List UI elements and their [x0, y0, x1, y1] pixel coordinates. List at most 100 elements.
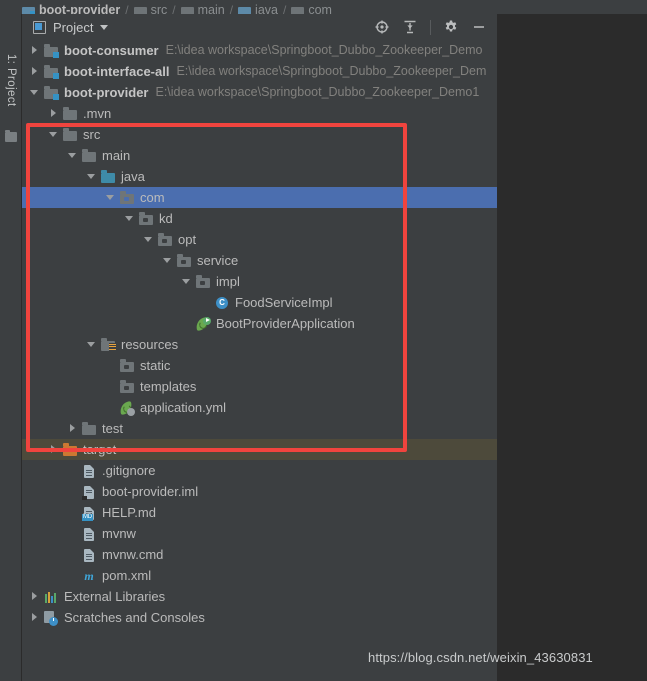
package-icon [119, 379, 135, 395]
breadcrumb-label: src [150, 2, 168, 14]
tree-item-label: Scratches and Consoles [64, 610, 205, 625]
collapse-all-icon[interactable] [402, 19, 418, 35]
panel-toolbar [374, 19, 497, 35]
tree-row[interactable]: .gitignore [22, 460, 497, 481]
tree-arrow-placeholder [106, 403, 115, 412]
project-tree[interactable]: boot-consumer E:\idea workspace\Springboo… [22, 40, 497, 681]
chevron-right-icon[interactable] [49, 445, 58, 454]
chevron-right-icon[interactable] [30, 613, 39, 622]
source-folder-icon [100, 169, 116, 185]
tree-row[interactable]: boot-consumer E:\idea workspace\Springboo… [22, 40, 497, 61]
sidebar-item-project[interactable]: 1: Project [0, 36, 22, 124]
breadcrumb-item-boot-provider[interactable]: boot-provider [22, 0, 120, 14]
tree-row[interactable]: kd [22, 208, 497, 229]
tree-row[interactable]: BootProviderApplication [22, 313, 497, 334]
chevron-right-icon[interactable] [49, 109, 58, 118]
tree-row[interactable]: MD HELP.md [22, 502, 497, 523]
source-folder-icon [238, 5, 252, 14]
chevron-down-icon[interactable] [30, 88, 39, 97]
chevron-down-icon[interactable] [125, 214, 134, 223]
chevron-right-icon[interactable] [30, 46, 39, 55]
tree-item-label: External Libraries [64, 589, 166, 604]
chevron-down-icon[interactable] [68, 151, 77, 160]
chevron-down-icon[interactable] [100, 24, 109, 30]
maven-pom-icon: m [84, 568, 94, 583]
folder-icon [62, 106, 78, 122]
tree-row[interactable]: boot-interface-all E:\idea workspace\Spri… [22, 61, 497, 82]
breadcrumb-label: com [308, 2, 332, 14]
package-icon [291, 5, 305, 14]
chevron-right-icon[interactable] [30, 67, 39, 76]
tree-row[interactable]: static [22, 355, 497, 376]
tree-item-label: boot-provider.iml [102, 484, 199, 499]
file-icon [81, 526, 97, 542]
folder-icon [62, 127, 78, 143]
tree-row[interactable]: service [22, 250, 497, 271]
tree-arrow-placeholder [68, 487, 77, 496]
project-panel-header: Project [22, 14, 497, 40]
tree-item-label: boot-consumer [64, 43, 159, 58]
chevron-down-icon[interactable] [106, 193, 115, 202]
editor-area [497, 14, 647, 681]
tree-item-label: .gitignore [102, 463, 156, 478]
tree-row[interactable]: boot-provider.iml [22, 481, 497, 502]
tree-row[interactable]: resources [22, 334, 497, 355]
iml-file-icon [81, 484, 97, 500]
chevron-down-icon[interactable] [163, 256, 172, 265]
tree-row[interactable]: templates [22, 376, 497, 397]
tree-item-label: application.yml [140, 400, 226, 415]
tree-item-label: com [140, 190, 165, 205]
tree-row[interactable]: Scratches and Consoles [22, 607, 497, 628]
breadcrumb-item-main[interactable]: main [180, 0, 225, 14]
tree-row[interactable]: java [22, 166, 497, 187]
tree-row[interactable]: m pom.xml [22, 565, 497, 586]
page-title: Project [53, 19, 94, 35]
chevron-right-icon[interactable] [68, 424, 77, 433]
tree-item-label: BootProviderApplication [216, 316, 355, 331]
breadcrumb-item-com[interactable]: com [291, 0, 332, 14]
file-icon [81, 463, 97, 479]
chevron-down-icon[interactable] [87, 340, 96, 349]
tree-row[interactable]: impl [22, 271, 497, 292]
tree-row[interactable]: boot-provider E:\idea workspace\Springboo… [22, 82, 497, 103]
chevron-down-icon[interactable] [49, 130, 58, 139]
tree-row[interactable]: mvnw.cmd [22, 544, 497, 565]
tool-window-stripe: 1: Project [0, 14, 22, 681]
tree-item-label: mvnw.cmd [102, 547, 164, 562]
spring-yaml-icon [119, 400, 135, 416]
tree-row[interactable]: .mvn [22, 103, 497, 124]
tree-row[interactable]: src [22, 124, 497, 145]
tree-item-label: main [102, 148, 131, 163]
breadcrumb-item-java[interactable]: java [238, 0, 278, 14]
tree-item-label: templates [140, 379, 197, 394]
settings-gear-icon[interactable] [443, 19, 459, 35]
package-icon [176, 253, 192, 269]
tree-row[interactable]: target [22, 439, 497, 460]
tree-arrow-placeholder [182, 319, 191, 328]
file-icon [81, 547, 97, 563]
tree-row[interactable]: test [22, 418, 497, 439]
select-opened-file-icon[interactable] [374, 19, 390, 35]
tree-row[interactable]: main [22, 145, 497, 166]
tree-row[interactable]: C FoodServiceImpl [22, 292, 497, 313]
breadcrumb-separator: / [125, 3, 129, 14]
module-icon [43, 64, 59, 80]
chevron-down-icon[interactable] [87, 172, 96, 181]
tree-row[interactable]: opt [22, 229, 497, 250]
tree-item-label: java [121, 169, 145, 184]
chevron-right-icon[interactable] [30, 592, 39, 601]
breadcrumb-item-src[interactable]: src [133, 0, 168, 14]
package-icon [195, 274, 211, 290]
tree-row[interactable]: External Libraries [22, 586, 497, 607]
tree-row[interactable]: mvnw [22, 523, 497, 544]
tree-item-path: E:\idea workspace\Springboot_Dubbo_Zooke… [176, 64, 487, 78]
tree-row[interactable]: application.yml [22, 397, 497, 418]
tree-row[interactable]: com [22, 187, 497, 208]
chevron-down-icon[interactable] [182, 277, 191, 286]
tree-arrow-placeholder [68, 466, 77, 475]
hide-panel-icon[interactable] [471, 19, 487, 35]
module-icon [22, 5, 35, 14]
tree-arrow-placeholder [106, 382, 115, 391]
chevron-down-icon[interactable] [144, 235, 153, 244]
breadcrumb-separator: / [172, 3, 176, 14]
